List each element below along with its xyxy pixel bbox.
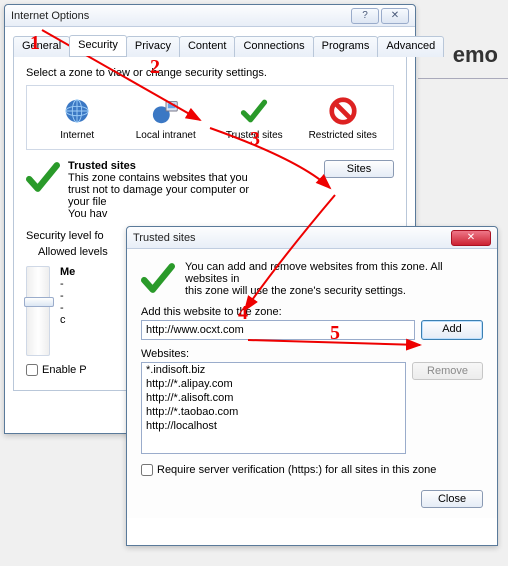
security-level-slider[interactable] bbox=[26, 266, 50, 356]
trusted-desc-line: trust not to damage your computer or bbox=[68, 184, 324, 196]
big-checkmark-icon bbox=[26, 160, 60, 197]
require-https-label: Require server verification (https:) for… bbox=[157, 464, 436, 476]
trusted-description: Trusted sites This zone contains website… bbox=[68, 160, 324, 220]
level-bullet: c bbox=[60, 314, 75, 326]
tab-programs[interactable]: Programs bbox=[313, 36, 379, 57]
ts-intro-line: this zone will use the zone's security s… bbox=[185, 285, 483, 297]
trusted-desc-line: your file bbox=[68, 196, 324, 208]
checkmark-icon bbox=[218, 94, 290, 128]
zone-list: Internet Local intranet Trusted sites bbox=[26, 85, 394, 150]
list-item[interactable]: http://*.alipay.com bbox=[142, 377, 405, 391]
zone-trusted[interactable]: Trusted sites bbox=[218, 94, 290, 141]
tab-privacy[interactable]: Privacy bbox=[126, 36, 180, 57]
tab-content[interactable]: Content bbox=[179, 36, 236, 57]
ts-title: Trusted sites bbox=[133, 232, 449, 244]
ts-intro-line: You can add and remove websites from thi… bbox=[185, 261, 483, 285]
require-https-checkbox[interactable] bbox=[141, 464, 153, 476]
websites-label: Websites: bbox=[141, 348, 483, 360]
ts-intro: You can add and remove websites from thi… bbox=[185, 261, 483, 297]
tab-strip: General Security Privacy Content Connect… bbox=[13, 35, 407, 57]
websites-listbox[interactable]: *.indisoft.biz http://*.alipay.com http:… bbox=[141, 362, 406, 454]
background-text: emo bbox=[453, 42, 498, 68]
background-divider bbox=[418, 78, 508, 79]
tab-advanced[interactable]: Advanced bbox=[377, 36, 444, 57]
zone-internet-label: Internet bbox=[41, 130, 113, 141]
enable-protected-label: Enable P bbox=[42, 364, 87, 376]
zone-internet[interactable]: Internet bbox=[41, 94, 113, 141]
io-titlebar: Internet Options ? ✕ bbox=[5, 5, 415, 27]
restricted-icon bbox=[307, 94, 379, 128]
list-item[interactable]: *.indisoft.biz bbox=[142, 363, 405, 377]
help-button[interactable]: ? bbox=[351, 8, 379, 24]
globe-icon bbox=[41, 94, 113, 128]
ts-close-x-button[interactable]: ✕ bbox=[451, 230, 491, 246]
tab-connections[interactable]: Connections bbox=[234, 36, 313, 57]
zone-trusted-label: Trusted sites bbox=[218, 130, 290, 141]
zone-prompt: Select a zone to view or change security… bbox=[26, 67, 394, 79]
list-item[interactable]: http://localhost bbox=[142, 419, 405, 433]
zone-restricted[interactable]: Restricted sites bbox=[307, 94, 379, 141]
tab-security[interactable]: Security bbox=[69, 35, 127, 56]
level-bullet: - bbox=[60, 290, 75, 302]
level-bullet: - bbox=[60, 302, 75, 314]
enable-protected-checkbox[interactable] bbox=[26, 364, 38, 376]
level-bullet: - bbox=[60, 278, 75, 290]
close-button[interactable]: ✕ bbox=[381, 8, 409, 24]
zone-restricted-label: Restricted sites bbox=[307, 130, 379, 141]
intranet-icon bbox=[130, 94, 202, 128]
zone-intranet-label: Local intranet bbox=[130, 130, 202, 141]
add-website-input[interactable] bbox=[141, 320, 415, 340]
add-website-label: Add this website to the zone: bbox=[141, 306, 483, 318]
sites-button[interactable]: Sites bbox=[324, 160, 394, 178]
trusted-desc-line: You hav bbox=[68, 208, 324, 220]
zone-intranet[interactable]: Local intranet bbox=[130, 94, 202, 141]
list-item[interactable]: http://*.alisoft.com bbox=[142, 391, 405, 405]
add-button[interactable]: Add bbox=[421, 320, 483, 340]
trusted-sites-dialog: Trusted sites ✕ You can add and remove w… bbox=[126, 226, 498, 546]
level-name: Me bbox=[60, 266, 75, 278]
level-details: Me - - - c bbox=[60, 266, 75, 356]
io-title: Internet Options bbox=[11, 10, 349, 22]
ts-checkmark-icon bbox=[141, 261, 175, 298]
ts-titlebar: Trusted sites ✕ bbox=[127, 227, 497, 249]
close-button[interactable]: Close bbox=[421, 490, 483, 508]
remove-button[interactable]: Remove bbox=[412, 362, 483, 380]
list-item[interactable]: http://*.taobao.com bbox=[142, 405, 405, 419]
trusted-header: Trusted sites bbox=[68, 160, 324, 172]
tab-general[interactable]: General bbox=[13, 36, 70, 57]
trusted-desc-line: This zone contains websites that you bbox=[68, 172, 324, 184]
slider-thumb[interactable] bbox=[24, 297, 54, 307]
